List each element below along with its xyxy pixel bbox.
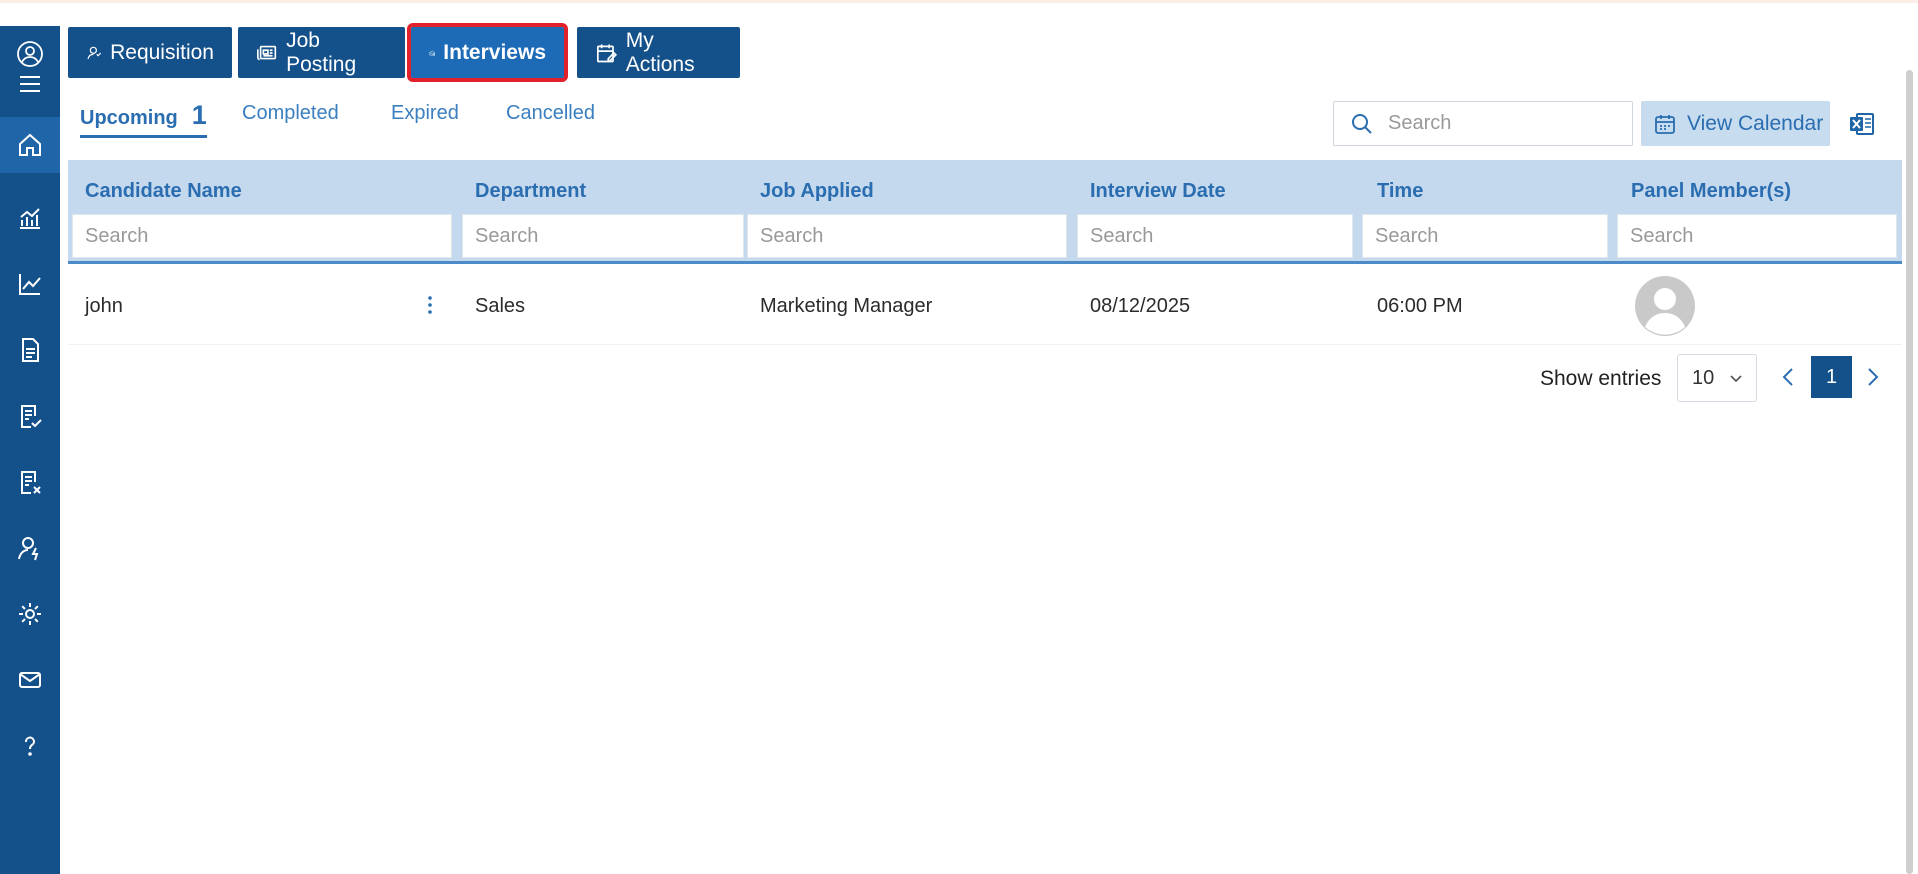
tab-job-posting-label: Job Posting [286, 28, 357, 76]
upcoming-count-badge: 1 [191, 100, 207, 130]
tab-expired[interactable]: Expired [391, 102, 459, 125]
cell-department: Sales [475, 295, 526, 317]
filter-time[interactable] [1362, 214, 1608, 258]
settings-icon[interactable] [0, 586, 60, 642]
search-icon [1352, 113, 1372, 134]
filter-department-input[interactable] [475, 224, 743, 248]
entries-value: 10 [1692, 366, 1715, 389]
calendar-icon [1655, 114, 1675, 134]
tab-my-actions-label: My Actions [625, 28, 695, 76]
global-search[interactable] [1333, 101, 1633, 146]
tab-interviews[interactable]: Interviews [407, 23, 568, 82]
tab-requisition-label: Requisition [110, 40, 214, 64]
calendar-edit-icon [596, 43, 618, 62]
cell-time: 06:00 PM [1377, 295, 1463, 317]
sidebar [0, 26, 60, 874]
filter-panel-members-input[interactable] [1630, 224, 1896, 248]
filter-time-input[interactable] [1375, 224, 1607, 248]
filter-panel-members[interactable] [1617, 214, 1897, 258]
menu-icon[interactable] [0, 66, 60, 102]
document-cancel-icon[interactable] [0, 454, 60, 510]
filter-job-applied-input[interactable] [760, 224, 1066, 248]
tab-my-actions[interactable]: My Actions [577, 27, 740, 78]
user-icon [87, 46, 102, 59]
user-action-icon[interactable] [0, 520, 60, 576]
tab-completed-label: Completed [242, 102, 339, 124]
filter-interview-date-input[interactable] [1090, 224, 1352, 248]
line-chart-icon[interactable] [0, 256, 60, 312]
vertical-scrollbar[interactable] [1906, 70, 1913, 874]
newspaper-icon [257, 45, 277, 60]
filter-interview-date[interactable] [1077, 214, 1353, 258]
view-calendar-button[interactable]: View Calendar [1641, 101, 1830, 146]
tab-upcoming-label: Upcoming [80, 107, 178, 129]
cell-interview-date: 08/12/2025 [1090, 295, 1191, 317]
avatar[interactable] [1634, 275, 1696, 337]
tab-cancelled-label: Cancelled [506, 102, 595, 124]
search-input[interactable] [1388, 112, 1608, 135]
mail-icon[interactable] [0, 652, 60, 708]
column-header-time[interactable]: Time [1377, 180, 1423, 203]
column-header-interview-date[interactable]: Interview Date [1090, 180, 1226, 203]
tab-cancelled[interactable]: Cancelled [506, 102, 595, 125]
document-check-icon[interactable] [0, 388, 60, 444]
envelope-open-user-icon [429, 50, 435, 56]
tab-job-posting[interactable]: Job Posting [238, 27, 405, 78]
cell-job-applied: Marketing Manager [760, 295, 933, 317]
tab-upcoming[interactable]: Upcoming 1 [80, 100, 207, 138]
show-entries-label: Show entries [1540, 367, 1662, 390]
cell-candidate-name[interactable]: john [85, 295, 123, 318]
excel-export-icon[interactable] [1848, 110, 1876, 138]
tab-interviews-label: Interviews [443, 40, 546, 64]
tab-requisition[interactable]: Requisition [68, 27, 232, 78]
table-header: Candidate Name Department Job Applied In… [68, 160, 1902, 264]
filter-candidate-input[interactable] [85, 224, 451, 248]
column-header-department[interactable]: Department [475, 180, 586, 203]
column-header-candidate[interactable]: Candidate Name [85, 180, 242, 203]
column-header-panel-members[interactable]: Panel Member(s) [1631, 180, 1791, 203]
filter-candidate[interactable] [72, 214, 452, 258]
view-calendar-label: View Calendar [1687, 111, 1824, 135]
tab-expired-label: Expired [391, 102, 459, 124]
more-options-icon[interactable] [420, 293, 440, 317]
chevron-left-icon[interactable] [1777, 362, 1801, 392]
page-number-button[interactable]: 1 [1811, 356, 1852, 398]
column-header-job-applied[interactable]: Job Applied [760, 180, 874, 203]
analytics-chart-icon[interactable] [0, 190, 60, 246]
chevron-down-icon [1730, 375, 1742, 383]
filter-department[interactable] [462, 214, 744, 258]
tab-completed[interactable]: Completed [242, 102, 339, 125]
top-accent-line [0, 0, 1918, 3]
document-icon[interactable] [0, 322, 60, 378]
filter-job-applied[interactable] [747, 214, 1067, 258]
entries-select[interactable]: 10 [1677, 354, 1757, 402]
table-row[interactable]: john Sales Marketing Manager 08/12/2025 … [68, 267, 1902, 345]
home-icon[interactable] [0, 117, 60, 173]
chevron-right-icon[interactable] [1860, 362, 1884, 392]
help-icon[interactable] [0, 718, 60, 774]
